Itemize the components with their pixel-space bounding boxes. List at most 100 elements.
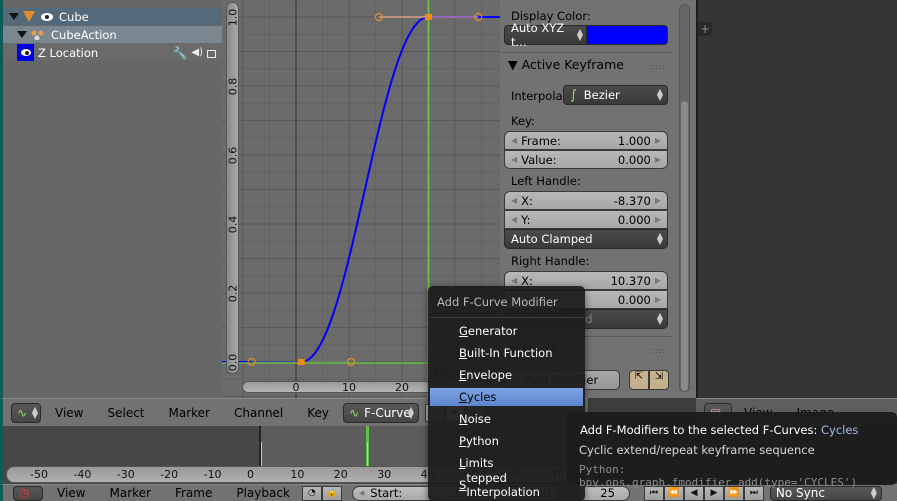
visibility-eye-icon[interactable]: [41, 12, 53, 21]
timeline-editor-type-button[interactable]: ◷: [13, 485, 43, 501]
increment-arrow-icon[interactable]: ▶: [655, 215, 661, 224]
accelerator-key: G: [459, 324, 468, 338]
menu-item-cycles[interactable]: Cycles: [430, 388, 583, 406]
drag-grip-icon[interactable]: ::::: [651, 346, 666, 355]
display-color-mode-dropdown[interactable]: Auto XYZ t... ▲ ▼: [504, 21, 588, 49]
left-handle-x-field[interactable]: ◀ X: -8.370 ▶: [504, 191, 668, 210]
menu-item-label: nvelope: [466, 368, 513, 382]
display-color-mode-value: Auto XYZ t...: [511, 21, 565, 49]
timeline-tick-label: 0: [247, 468, 254, 481]
increment-arrow-icon[interactable]: ▶: [655, 276, 661, 285]
lock-range-icon[interactable]: 🔒: [321, 485, 342, 501]
divider: [502, 52, 672, 53]
tooltip: Add F-Modifiers to the selected F-Curves…: [567, 412, 897, 489]
expand-triangle-icon[interactable]: [17, 31, 27, 38]
timeline-tick-label: 10: [290, 468, 305, 481]
y-tick-label: 0.2: [226, 284, 240, 303]
increment-arrow-icon[interactable]: ▶: [655, 155, 661, 164]
decrement-arrow-icon[interactable]: ◀: [511, 155, 517, 164]
x-tick-label: 0: [292, 381, 300, 394]
menu-title: Add F-Curve Modifier: [437, 295, 558, 309]
action-name: CubeAction: [51, 27, 117, 42]
menu-item-label: enerator: [467, 324, 518, 338]
right-handle-x-value: 10.370: [610, 273, 651, 288]
y-tick-label: 0.6: [226, 146, 240, 165]
y-tick-label: 0.0: [226, 353, 240, 372]
paste-modifiers-button[interactable]: ⇲: [649, 370, 669, 390]
scrollbar-thumb[interactable]: [681, 101, 688, 391]
modifier-wrench-icon[interactable]: 🔧: [172, 46, 187, 60]
active-keyframe-header[interactable]: ▼ Active Keyframe: [508, 57, 624, 72]
channel-fcurve[interactable]: Z Location 🔧 ◀): [3, 44, 222, 61]
accelerator-key: E: [459, 368, 467, 382]
display-color-swatch[interactable]: [586, 25, 668, 45]
channel-action[interactable]: CubeAction: [3, 26, 222, 43]
mute-speaker-icon[interactable]: ◀): [191, 47, 203, 58]
menu-item-built-in-function[interactable]: Built-In Function: [430, 344, 583, 362]
keyframe-point: [297, 359, 305, 365]
timeline-tick-label: -30: [116, 468, 135, 481]
fcurve-color-eye-icon[interactable]: [17, 44, 34, 61]
menu-item-label: uilt-In Function: [466, 346, 553, 360]
left-handle-y-field[interactable]: ◀ Y: 0.000 ▶: [504, 210, 668, 229]
active-keyframe-title: Active Keyframe: [521, 57, 624, 72]
decrement-arrow-icon[interactable]: ◀: [511, 276, 517, 285]
increment-arrow-icon[interactable]: ▶: [655, 295, 661, 304]
lock-icon[interactable]: [207, 50, 216, 58]
preview-range-toggle[interactable]: ◔: [301, 485, 322, 501]
bezier-curve-icon: ∫: [570, 87, 577, 103]
updown-arrow-icon: ▲ ▼: [407, 404, 415, 420]
menu-item-python[interactable]: Python: [430, 432, 583, 450]
menu-key[interactable]: Key: [307, 406, 329, 420]
object-name: Cube: [59, 9, 89, 24]
menu-item-generator[interactable]: Generator: [430, 322, 583, 340]
expand-triangle-icon[interactable]: [9, 13, 19, 20]
menu-item-noise[interactable]: Noise: [430, 410, 583, 428]
increment-arrow-icon[interactable]: ▶: [655, 196, 661, 205]
timeline-tick-label: -40: [73, 468, 92, 481]
menu-frame[interactable]: Frame: [175, 486, 212, 500]
add-region-plus-icon[interactable]: +: [698, 22, 712, 36]
timeline-tick-label: -10: [203, 468, 222, 481]
menu-playback[interactable]: Playback: [236, 486, 290, 500]
frame-label: Frame:: [521, 133, 561, 148]
mode-dropdown[interactable]: ∿ F-Curve ▲ ▼: [343, 402, 420, 423]
menu-item-limits[interactable]: Limits: [430, 454, 583, 472]
accelerator-key: C: [459, 390, 468, 404]
menu-marker[interactable]: Marker: [109, 486, 150, 500]
menu-select[interactable]: Select: [107, 406, 144, 420]
copy-modifiers-button[interactable]: ⇱: [629, 370, 649, 390]
x-tick-label: 20: [395, 381, 409, 394]
panel-scrollbar[interactable]: [679, 4, 690, 392]
updown-arrow-icon: ▲ ▼: [656, 231, 663, 246]
menu-item-label: oise: [467, 412, 491, 426]
left-handle-type-value: Auto Clamped: [511, 232, 593, 246]
image-editor-region[interactable]: +: [696, 0, 897, 398]
channel-object-cube[interactable]: Cube: [3, 8, 222, 25]
right-handle-y-value: 0.000: [617, 292, 651, 307]
left-handle-type-dropdown[interactable]: Auto Clamped ▲ ▼: [504, 229, 668, 249]
menu-view[interactable]: View: [55, 406, 83, 420]
interpolation-value: Bezier: [583, 88, 620, 102]
y-axis-scrollbar[interactable]: [226, 2, 239, 374]
timeline-tick-label: 30: [377, 468, 392, 481]
frame-field[interactable]: ◀ Frame: 1.000 ▶: [504, 131, 668, 150]
value-field[interactable]: ◀ Value: 0.000 ▶: [504, 150, 668, 169]
decrement-arrow-icon[interactable]: ◀: [511, 136, 517, 145]
decrement-arrow-icon[interactable]: ◀: [511, 215, 517, 224]
menu-view[interactable]: View: [57, 486, 85, 500]
interpolation-dropdown[interactable]: ∫ Bezier ▲ ▼: [563, 85, 668, 105]
updown-arrow-icon: ▲ ▼: [31, 404, 38, 420]
decrement-arrow-icon[interactable]: ◀: [511, 196, 517, 205]
drag-grip-icon[interactable]: ::::: [651, 62, 666, 71]
fcurve-name: Z Location: [38, 45, 99, 60]
fcurve-icon: ∿: [349, 405, 360, 420]
menu-channel[interactable]: Channel: [234, 406, 283, 420]
menu-item-envelope[interactable]: Envelope: [430, 366, 583, 384]
decrement-arrow-icon[interactable]: ◀: [359, 489, 364, 497]
menu-item-stepped-interpolation[interactable]: Stepped Interpolation: [430, 471, 583, 499]
menu-marker[interactable]: Marker: [169, 406, 210, 420]
increment-arrow-icon[interactable]: ▶: [655, 136, 661, 145]
editor-type-button[interactable]: ∿ ▲ ▼: [11, 402, 41, 423]
left-handle-y-label: Y:: [521, 212, 531, 227]
